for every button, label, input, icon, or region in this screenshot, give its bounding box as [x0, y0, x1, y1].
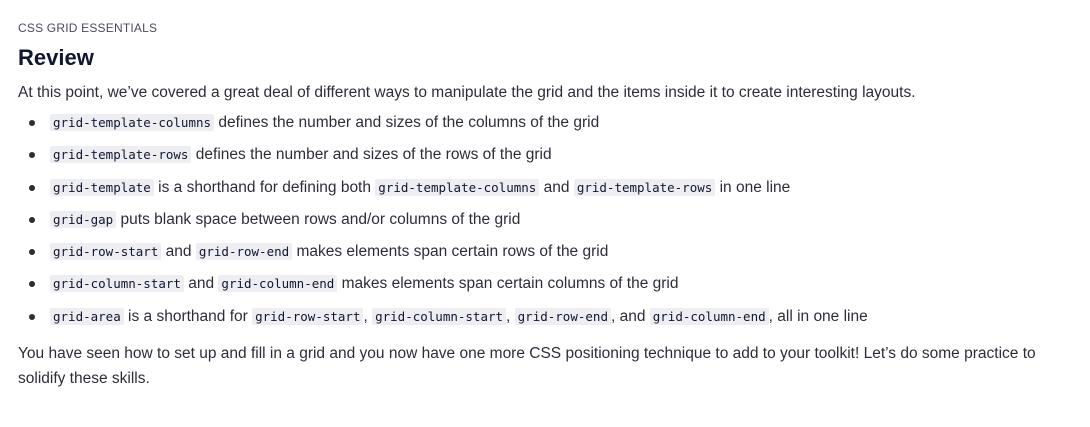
review-list: grid-template-columns defines the number… [18, 112, 1072, 338]
list-item: grid-row-start and grid-row-end makes el… [18, 241, 1072, 273]
inline-code: grid-template [50, 178, 154, 196]
closing-paragraph: You have seen how to set up and fill in … [18, 345, 1036, 388]
list-item-text: is a shorthand for [123, 307, 253, 325]
inline-code: grid-template-rows [573, 178, 716, 196]
inline-code: grid-row-end [195, 243, 293, 261]
inline-code: grid-template-columns [375, 178, 540, 196]
list-item-text: is a shorthand for defining both [153, 178, 376, 196]
inline-code: grid-row-start [252, 307, 364, 325]
inline-code: grid-template-rows [50, 146, 192, 164]
page-title: Review [18, 45, 94, 70]
list-item: grid-template-rows defines the number an… [18, 144, 1072, 176]
list-item-text: and [539, 178, 574, 196]
lesson-section-label: CSS GRID ESSENTIALS [18, 21, 158, 35]
list-item: grid-gap puts blank space between rows a… [18, 209, 1072, 241]
inline-code: grid-column-end [649, 307, 769, 325]
inline-code: grid-area [50, 307, 124, 325]
list-item: grid-template is a shorthand for definin… [18, 177, 1072, 209]
bullet-dot-icon [29, 281, 35, 288]
list-item-text: and [161, 243, 196, 261]
list-item-text: , [363, 307, 373, 325]
inline-code: grid-column-end [218, 275, 338, 293]
list-item-text: makes elements span certain columns of t… [337, 275, 679, 293]
inline-code: grid-column-start [372, 307, 507, 325]
list-item: grid-template-columns defines the number… [18, 112, 1072, 144]
inline-code: grid-row-end [514, 307, 611, 325]
bullet-dot-icon [29, 184, 35, 191]
list-item-text: , and [610, 307, 650, 325]
bullet-dot-icon [29, 313, 35, 320]
list-item: grid-area is a shorthand for grid-row-st… [18, 306, 1072, 338]
list-item-text: , [506, 307, 515, 325]
inline-code: grid-row-start [50, 243, 162, 261]
list-item-text: , all in one line [768, 307, 868, 325]
inline-code: grid-template-columns [50, 114, 215, 131]
inline-code: grid-gap [50, 210, 117, 228]
list-item-text: defines the number and sizes of the colu… [214, 114, 600, 131]
bullet-dot-icon [29, 216, 35, 223]
list-item-text: in one line [715, 178, 791, 196]
list-item-text: defines the number and sizes of the rows… [191, 146, 552, 164]
bullet-dot-icon [29, 120, 35, 126]
list-item: grid-column-start and grid-column-end ma… [18, 273, 1072, 305]
inline-code: grid-column-start [50, 275, 184, 293]
bullet-dot-icon [29, 249, 35, 256]
lesson-content: CSS GRID ESSENTIALS Review At this point… [0, 0, 1090, 391]
list-item-text: makes elements span certain rows of the … [292, 243, 609, 261]
list-item-text: puts blank space between rows and/or col… [116, 210, 521, 228]
bullet-dot-icon [29, 152, 35, 159]
intro-paragraph: At this point, we’ve covered a great dea… [18, 84, 916, 101]
list-item-text: and [183, 275, 219, 293]
